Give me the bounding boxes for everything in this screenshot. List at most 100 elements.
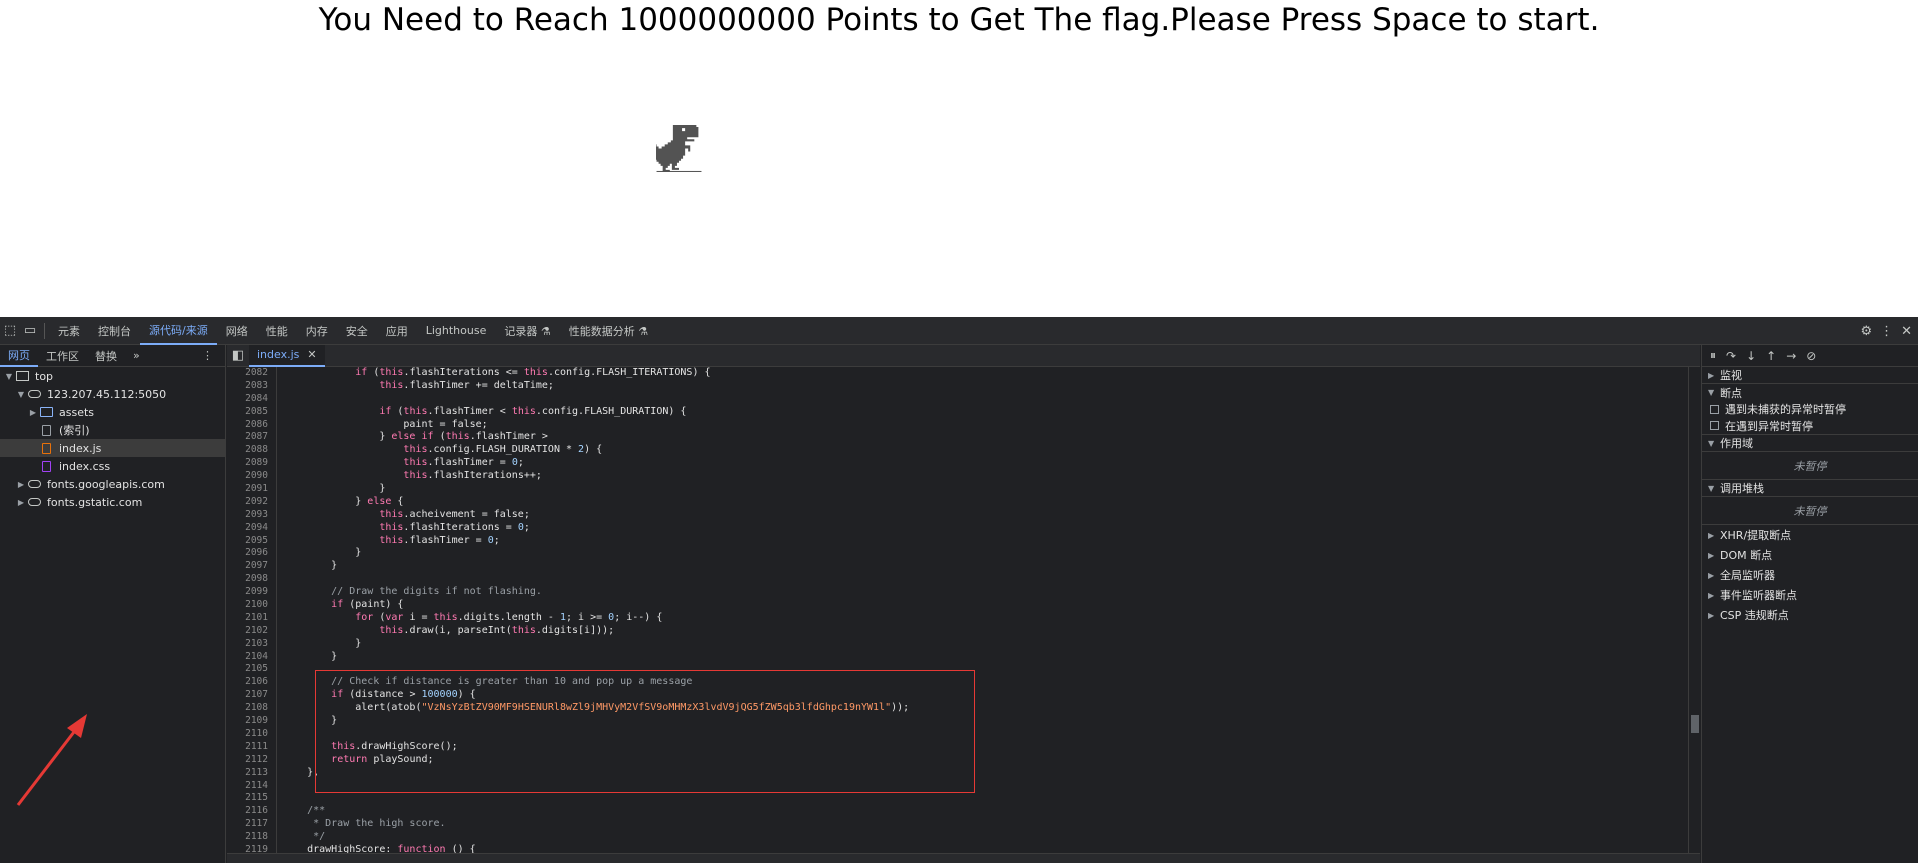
- chevron-down-icon[interactable]: ▼: [4, 372, 14, 381]
- line-number[interactable]: 2102: [227, 625, 276, 638]
- code-line[interactable]: this.flashTimer = 0;: [283, 457, 909, 470]
- line-number[interactable]: 2091: [227, 483, 276, 496]
- toggle-navigator-icon[interactable]: ◧: [227, 342, 249, 370]
- line-number[interactable]: 2084: [227, 393, 276, 406]
- close-devtools-icon[interactable]: ✕: [1901, 324, 1912, 339]
- editor-scrollbar-thumb[interactable]: [1691, 715, 1699, 733]
- line-number[interactable]: 2099: [227, 586, 276, 599]
- line-number[interactable]: 2090: [227, 470, 276, 483]
- inspect-element-icon[interactable]: ⬚: [0, 317, 20, 345]
- code-line[interactable]: this.acheivement = false;: [283, 509, 909, 522]
- tree-item[interactable]: index.css: [0, 457, 225, 475]
- game-area[interactable]: You Need to Reach 1000000000 Points to G…: [0, 0, 1918, 317]
- editor-scrollbar[interactable]: [1688, 367, 1700, 853]
- tab-memory[interactable]: 内存: [297, 317, 337, 345]
- deactivate-breakpoints-icon[interactable]: ⊘: [1806, 349, 1816, 363]
- code-line[interactable]: if (this.flashIterations <= this.config.…: [283, 367, 909, 380]
- more-options-icon[interactable]: ⋮: [1880, 324, 1893, 339]
- pause-icon[interactable]: ⏸: [1710, 348, 1716, 363]
- line-number[interactable]: 2119: [227, 844, 276, 853]
- line-number[interactable]: 2092: [227, 496, 276, 509]
- line-number[interactable]: 2115: [227, 792, 276, 805]
- tab-performance[interactable]: 性能: [257, 317, 297, 345]
- tree-item[interactable]: index.js: [0, 439, 225, 457]
- line-number[interactable]: 2110: [227, 728, 276, 741]
- code-line[interactable]: }: [283, 638, 909, 651]
- code-line[interactable]: [283, 393, 909, 406]
- code-line[interactable]: } else {: [283, 496, 909, 509]
- line-number[interactable]: 2103: [227, 638, 276, 651]
- code-line[interactable]: }: [283, 547, 909, 560]
- line-number[interactable]: 2094: [227, 522, 276, 535]
- line-number[interactable]: 2117: [227, 818, 276, 831]
- line-number[interactable]: 2085: [227, 406, 276, 419]
- code-line[interactable]: this.draw(i, parseInt(this.digits[i]));: [283, 625, 909, 638]
- code-line[interactable]: // Draw the digits if not flashing.: [283, 586, 909, 599]
- chevron-right-icon[interactable]: ▶: [28, 408, 38, 417]
- code-line[interactable]: paint = false;: [283, 419, 909, 432]
- line-number[interactable]: 2097: [227, 560, 276, 573]
- nav-tab-workspace[interactable]: 工作区: [38, 345, 87, 367]
- step-over-icon[interactable]: ↷: [1726, 349, 1736, 363]
- line-number[interactable]: 2105: [227, 663, 276, 676]
- section-watch[interactable]: ▶ 监视: [1702, 367, 1918, 384]
- line-number[interactable]: 2089: [227, 457, 276, 470]
- line-number[interactable]: 2116: [227, 805, 276, 818]
- code-line[interactable]: this.flashIterations++;: [283, 470, 909, 483]
- section-call-stack[interactable]: ▼ 调用堆栈: [1702, 480, 1918, 497]
- section-global-listeners[interactable]: ▶ 全局监听器: [1702, 565, 1918, 585]
- tree-item[interactable]: ▼ 123.207.45.112:5050: [0, 385, 225, 403]
- line-number[interactable]: 2093: [227, 509, 276, 522]
- line-number[interactable]: 2088: [227, 444, 276, 457]
- line-number[interactable]: 2114: [227, 780, 276, 793]
- chevron-right-icon[interactable]: ▶: [16, 498, 26, 507]
- line-number[interactable]: 2112: [227, 754, 276, 767]
- tree-item[interactable]: ▶ assets: [0, 403, 225, 421]
- step-out-icon[interactable]: ↑: [1766, 349, 1776, 363]
- line-number[interactable]: 2100: [227, 599, 276, 612]
- code-line[interactable]: drawHighScore: function () {: [283, 844, 909, 853]
- settings-gear-icon[interactable]: ⚙: [1860, 324, 1872, 339]
- section-dom-breakpoints[interactable]: ▶ DOM 断点: [1702, 545, 1918, 565]
- line-number[interactable]: 2118: [227, 831, 276, 844]
- tab-security[interactable]: 安全: [337, 317, 377, 345]
- close-tab-icon[interactable]: ✕: [307, 348, 316, 361]
- code-line[interactable]: this.config.FLASH_DURATION * 2) {: [283, 444, 909, 457]
- line-number[interactable]: 2111: [227, 741, 276, 754]
- code-line[interactable]: }: [283, 483, 909, 496]
- line-number[interactable]: 2086: [227, 419, 276, 432]
- line-number[interactable]: 2082: [227, 367, 276, 380]
- section-csp-breakpoints[interactable]: ▶ CSP 违规断点: [1702, 605, 1918, 625]
- tree-item[interactable]: (索引): [0, 421, 225, 439]
- line-number[interactable]: 2096: [227, 547, 276, 560]
- tree-item[interactable]: ▶ fonts.gstatic.com: [0, 493, 225, 511]
- line-number[interactable]: 2106: [227, 676, 276, 689]
- pause-caught-checkbox-row[interactable]: 在遇到异常时暂停: [1702, 417, 1918, 435]
- line-number[interactable]: 2101: [227, 612, 276, 625]
- tree-item[interactable]: ▶ fonts.googleapis.com: [0, 475, 225, 493]
- line-number[interactable]: 2083: [227, 380, 276, 393]
- code-line[interactable]: } else if (this.flashTimer >: [283, 431, 909, 444]
- tab-sources[interactable]: 源代码/来源: [140, 317, 217, 345]
- chevron-right-icon[interactable]: ▶: [16, 480, 26, 489]
- line-number[interactable]: 2107: [227, 689, 276, 702]
- code-line[interactable]: [283, 792, 909, 805]
- code-line[interactable]: this.flashTimer += deltaTime;: [283, 380, 909, 393]
- editor-tab-index-js[interactable]: index.js ✕: [249, 344, 325, 367]
- chevron-down-icon[interactable]: ▼: [16, 390, 26, 399]
- code-line[interactable]: for (var i = this.digits.length - 1; i >…: [283, 612, 909, 625]
- nav-tab-overrides[interactable]: 替换: [87, 345, 125, 367]
- code-line[interactable]: }: [283, 651, 909, 664]
- tree-item[interactable]: ▼ top: [0, 367, 225, 385]
- code-line[interactable]: if (this.flashTimer < this.config.FLASH_…: [283, 406, 909, 419]
- tab-recorder[interactable]: 记录器 ⚗: [495, 317, 559, 345]
- code-line[interactable]: if (paint) {: [283, 599, 909, 612]
- line-number[interactable]: 2113: [227, 767, 276, 780]
- tab-elements[interactable]: 元素: [49, 317, 89, 345]
- navigator-menu-icon[interactable]: ⋮: [202, 349, 213, 362]
- line-number[interactable]: 2104: [227, 651, 276, 664]
- nav-more-tabs-icon[interactable]: »: [125, 345, 148, 367]
- code-line[interactable]: this.flashTimer = 0;: [283, 535, 909, 548]
- nav-tab-page[interactable]: 网页: [0, 345, 38, 367]
- code-line[interactable]: [283, 573, 909, 586]
